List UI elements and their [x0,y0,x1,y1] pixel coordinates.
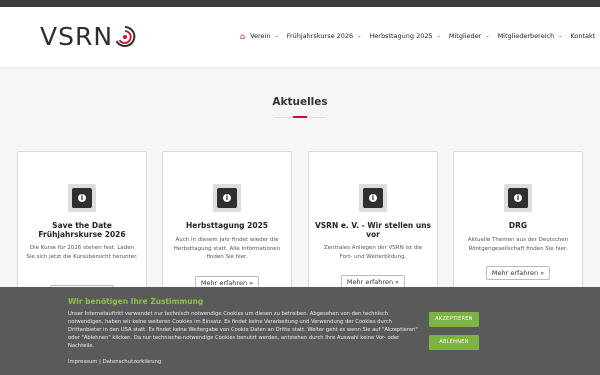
chevron-down-icon: ⌄ [485,33,490,39]
logo[interactable]: VSRN [40,23,136,51]
nav-label: Herbsttagung 2025 [369,32,433,40]
nav-item-fruehjahrskurse[interactable]: Frühjahrskurse 2026 ⌄ [287,30,362,42]
info-icon: i [68,184,96,212]
accept-button[interactable]: AKZEPTIEREN [429,312,479,327]
logo-text: VSRN [40,22,114,51]
section-divider-accent [293,116,307,118]
card-title: DRG [508,221,528,230]
card-title: Save the Date Frühjahrskurse 2026 [38,221,126,239]
cookie-banner: Wir benötigen Ihre Zustimmung Unser Inte… [0,287,600,375]
nav-item-kontakt[interactable]: Kontakt [570,30,595,42]
nav-item-verein[interactable]: Verein ⌄ [250,30,279,42]
cookie-links[interactable]: Impressum | Datenschutzerklärung [68,359,161,365]
nav-label: Mitglieder [448,32,482,40]
site-header: VSRN ⌂ Verein ⌄ Frühjahrskurse 2026 ⌄ He… [0,7,600,67]
home-icon[interactable]: ⌂ [240,32,245,41]
nav-item-herbsttagung[interactable]: Herbsttagung 2025 ⌄ [369,30,440,42]
card-title: VSRN e. V. - Wir stellen uns vor [314,221,432,239]
card-text: Auch in diesem Jahr findet wieder die He… [173,237,281,260]
section-title: Aktuelles [272,96,328,108]
chevron-down-icon: ⌄ [558,33,563,39]
card-title: Herbsttagung 2025 [185,221,269,230]
nav-label: Kontakt [570,32,596,40]
news-card: i VSRN e. V. - Wir stellen uns vor Zentr… [308,151,438,301]
chevron-down-icon: ⌄ [357,33,362,39]
nav-label: Mitgliederbereich [497,32,555,40]
logo-swirl-icon [115,26,136,47]
card-text: Zentrales Anliegen der VSRN ist die Fort… [323,245,423,260]
nav-label: Verein [250,32,271,40]
chevron-down-icon: ⌄ [274,33,279,39]
info-icon: i [359,184,387,212]
more-button[interactable]: Mehr erfahren » [485,266,551,280]
cookie-title: Wir benötigen Ihre Zustimmung [68,297,204,306]
info-icon: i [213,184,241,212]
chevron-down-icon: ⌄ [436,33,441,39]
card-text: Die Kurse für 2026 stehen fest. Laden Si… [26,245,138,260]
news-card: i Save the Date Frühjahrskurse 2026 Die … [17,151,147,301]
news-card: i Herbsttagung 2025 Auch in diesem Jahr … [162,151,292,301]
top-strip [0,0,600,7]
cookie-text: Unser Internetauftritt verwendet nur tec… [68,311,418,349]
news-card: i DRG Aktuelle Themen aus der Deutschen … [453,151,583,301]
nav-label: Frühjahrskurse 2026 [286,32,354,40]
decline-button[interactable]: ABLEHNEN [429,335,479,350]
nav-item-mitglieder[interactable]: Mitglieder ⌄ [449,30,490,42]
info-icon: i [504,184,532,212]
card-text: Aktuelle Themen aus der Deutschen Röntge… [467,237,569,252]
nav-item-mitgliederbereich[interactable]: Mitgliederbereich ⌄ [498,30,563,42]
main-nav: ⌂ Verein ⌄ Frühjahrskurse 2026 ⌄ Herbstt… [240,30,600,42]
